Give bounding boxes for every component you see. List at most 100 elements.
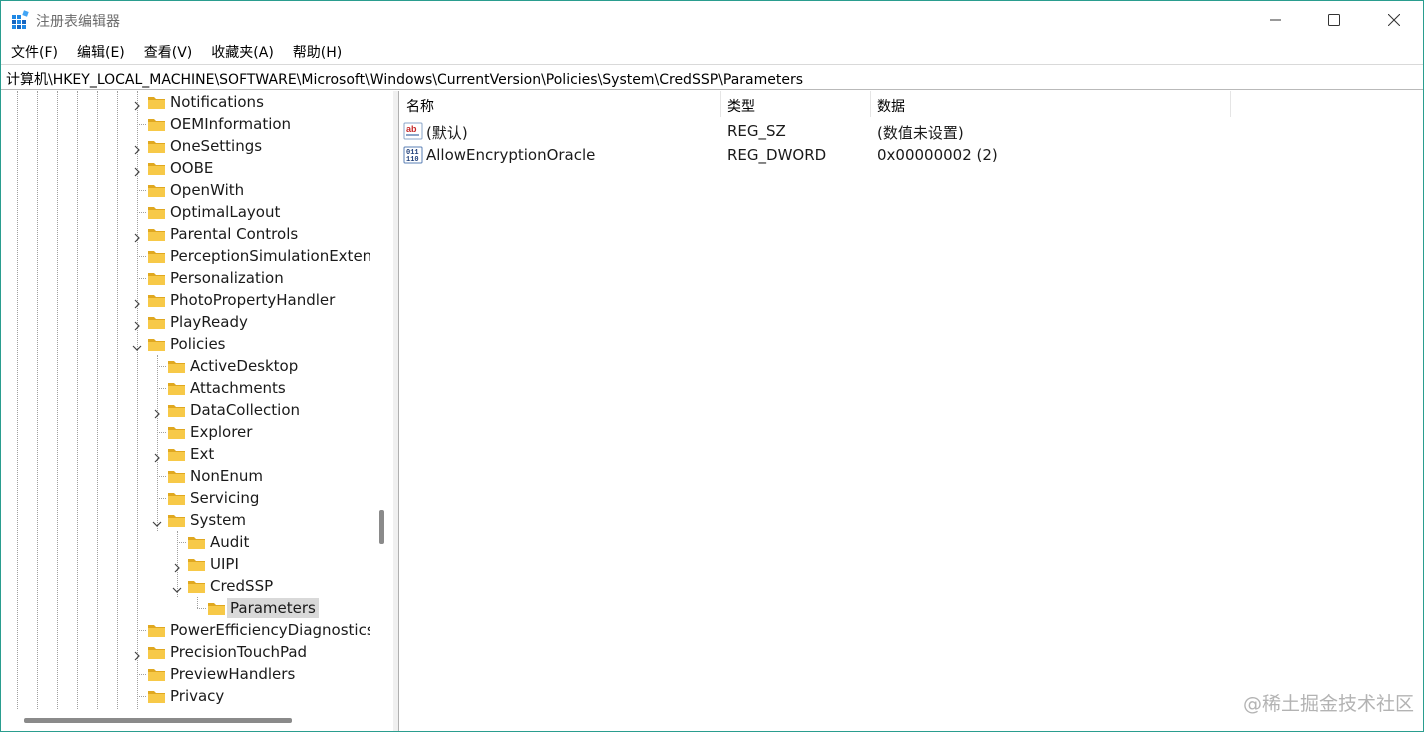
- tree-node[interactable]: Parameters: [2, 597, 370, 619]
- tree-node[interactable]: Privacy: [2, 685, 370, 707]
- column-header-name[interactable]: 名称: [406, 96, 434, 116]
- tree-node-label: PlayReady: [170, 313, 248, 331]
- tree-node-label: PerceptionSimulationExten: [170, 247, 370, 265]
- tree-node[interactable]: PerceptionSimulationExten: [2, 245, 370, 267]
- folder-icon: [147, 160, 166, 176]
- folder-icon: [147, 138, 166, 154]
- close-button[interactable]: [1365, 1, 1423, 39]
- tree-node[interactable]: System: [2, 509, 370, 531]
- minimize-icon: [1270, 19, 1281, 21]
- tree-horizontal-scroll-thumb[interactable]: [24, 718, 292, 723]
- tree-node-label: Explorer: [190, 423, 253, 441]
- minimize-button[interactable]: [1247, 1, 1305, 39]
- folder-icon: [147, 270, 166, 286]
- folder-icon: [167, 512, 186, 528]
- tree-node[interactable]: Parental Controls: [2, 223, 370, 245]
- tree-node[interactable]: Policies: [2, 333, 370, 355]
- chevron-right-icon[interactable]: [152, 405, 162, 419]
- folder-icon: [167, 358, 186, 374]
- maximize-button[interactable]: [1305, 1, 1363, 39]
- tree-node[interactable]: ActiveDesktop: [2, 355, 370, 377]
- column-divider[interactable]: [870, 91, 871, 117]
- tree-node[interactable]: DataCollection: [2, 399, 370, 421]
- registry-editor-app-icon: [12, 10, 29, 29]
- folder-icon: [207, 600, 226, 616]
- chevron-right-icon[interactable]: [132, 141, 142, 155]
- tree-node[interactable]: PreviewHandlers: [2, 663, 370, 685]
- column-header-data[interactable]: 数据: [877, 96, 905, 116]
- tree-node-label: NonEnum: [190, 467, 264, 485]
- tree-node[interactable]: Notifications: [2, 91, 370, 113]
- folder-icon: [147, 182, 166, 198]
- chevron-right-icon[interactable]: [152, 449, 162, 463]
- chevron-right-icon[interactable]: [132, 647, 142, 661]
- chevron-right-icon[interactable]: [172, 559, 182, 573]
- tree-node-label: OOBE: [170, 159, 214, 177]
- chevron-down-icon[interactable]: [132, 339, 142, 351]
- tree-node-label: Personalization: [170, 269, 284, 287]
- column-header-type[interactable]: 类型: [727, 96, 755, 116]
- tree-node[interactable]: OptimalLayout: [2, 201, 370, 223]
- tree-node[interactable]: Personalization: [2, 267, 370, 289]
- tree-node[interactable]: UIPI: [2, 553, 370, 575]
- tree-node[interactable]: Servicing: [2, 487, 370, 509]
- menu-view[interactable]: 查看(V): [134, 39, 202, 63]
- chevron-right-icon[interactable]: [132, 97, 142, 111]
- tree-node[interactable]: PowerEfficiencyDiagnostics: [2, 619, 370, 641]
- chevron-right-icon[interactable]: [132, 163, 142, 177]
- tree-node-label: PhotoPropertyHandler: [170, 291, 336, 309]
- folder-icon: [147, 116, 166, 132]
- tree-vertical-scrollbar[interactable]: [373, 91, 391, 709]
- column-divider[interactable]: [1230, 91, 1231, 117]
- folder-icon: [167, 468, 186, 484]
- tree-node[interactable]: OOBE: [2, 157, 370, 179]
- tree-connector-line: [137, 256, 146, 257]
- column-divider[interactable]: [720, 91, 721, 117]
- menu-help[interactable]: 帮助(H): [283, 39, 351, 63]
- menu-favorites[interactable]: 收藏夹(A): [201, 39, 283, 63]
- tree-node[interactable]: OneSettings: [2, 135, 370, 157]
- address-path[interactable]: 计算机\HKEY_LOCAL_MACHINE\SOFTWARE\Microsof…: [6, 69, 803, 89]
- address-bar[interactable]: 计算机\HKEY_LOCAL_MACHINE\SOFTWARE\Microsof…: [1, 64, 1423, 90]
- value-data: 0x00000002 (2): [877, 146, 998, 164]
- tree-node[interactable]: PrecisionTouchPad: [2, 641, 370, 663]
- chevron-down-icon[interactable]: [152, 515, 162, 527]
- value-row[interactable]: 011 110 AllowEncryptionOracle REG_DWORD …: [400, 143, 1400, 167]
- tree-node-label: Attachments: [190, 379, 286, 397]
- chevron-right-icon[interactable]: [132, 229, 142, 243]
- tree-node-label: Servicing: [190, 489, 260, 507]
- chevron-right-icon[interactable]: [132, 317, 142, 331]
- chevron-right-icon[interactable]: [132, 295, 142, 309]
- tree-node[interactable]: CredSSP: [2, 575, 370, 597]
- window-title: 注册表编辑器: [36, 14, 120, 30]
- tree-node[interactable]: PlayReady: [2, 311, 370, 333]
- tree-node[interactable]: Ext: [2, 443, 370, 465]
- folder-icon: [187, 534, 206, 550]
- tree-node[interactable]: NonEnum: [2, 465, 370, 487]
- tree-node-label: OptimalLayout: [170, 203, 281, 221]
- tree-node-label: ActiveDesktop: [190, 357, 299, 375]
- tree-node[interactable]: Audit: [2, 531, 370, 553]
- tree-node[interactable]: PhotoPropertyHandler: [2, 289, 370, 311]
- tree-node-label: PowerEfficiencyDiagnostics: [170, 621, 370, 639]
- tree-node[interactable]: OEMInformation: [2, 113, 370, 135]
- tree-node-label: OpenWith: [170, 181, 245, 199]
- tree-node-label: Ext: [190, 445, 215, 463]
- menu-file[interactable]: 文件(F): [1, 39, 67, 63]
- value-type: REG_SZ: [727, 122, 786, 140]
- tree-connector-line: [137, 278, 146, 279]
- pane-splitter[interactable]: [393, 91, 399, 731]
- title-bar[interactable]: 注册表编辑器: [1, 1, 1423, 39]
- folder-icon: [167, 380, 186, 396]
- folder-icon: [147, 666, 166, 682]
- tree-node[interactable]: Explorer: [2, 421, 370, 443]
- tree-node-label: Parameters: [227, 598, 319, 618]
- tree-vertical-scroll-thumb[interactable]: [379, 510, 384, 544]
- tree-horizontal-scrollbar[interactable]: [2, 709, 373, 731]
- chevron-down-icon[interactable]: [172, 581, 182, 593]
- tree-node-label: DataCollection: [190, 401, 301, 419]
- tree-node[interactable]: OpenWith: [2, 179, 370, 201]
- value-row[interactable]: ab (默认) REG_SZ (数值未设置): [400, 119, 1400, 143]
- menu-edit[interactable]: 编辑(E): [67, 39, 134, 63]
- tree-node[interactable]: Attachments: [2, 377, 370, 399]
